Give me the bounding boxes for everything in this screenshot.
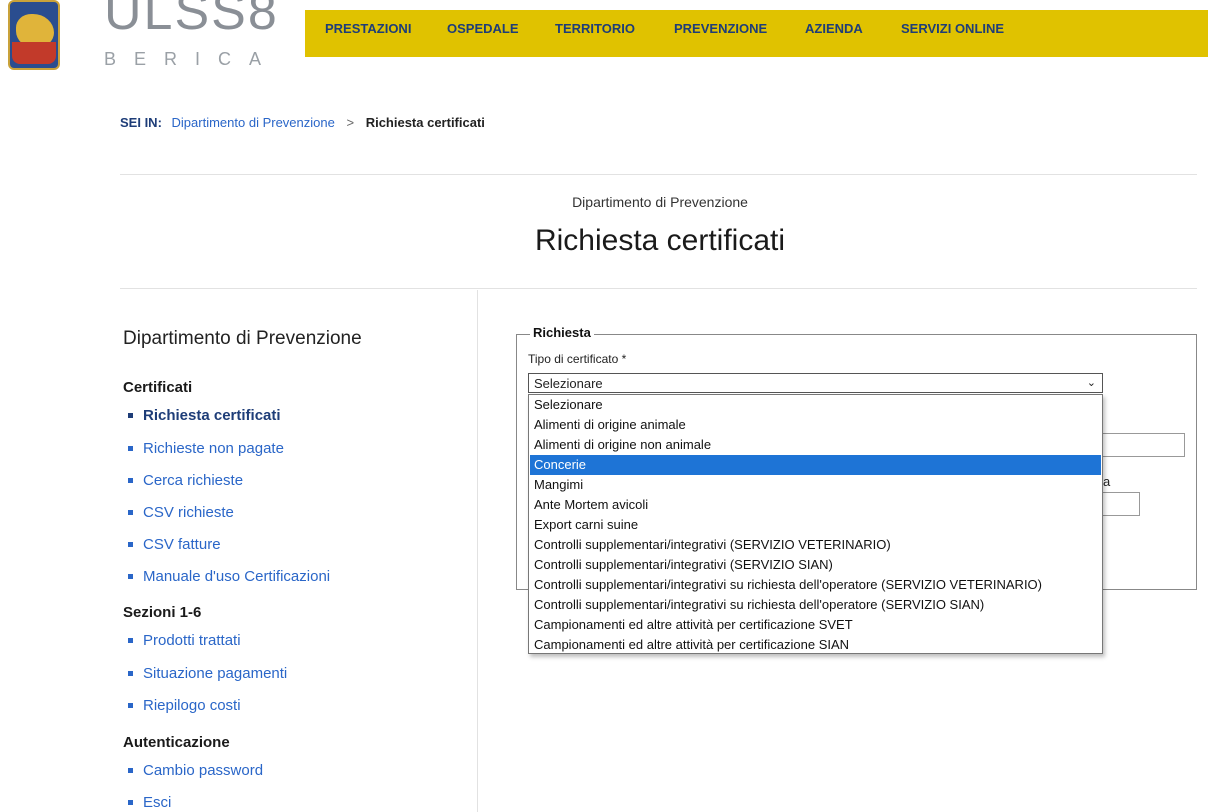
nav-prevenzione[interactable]: PREVENZIONE [674, 21, 767, 36]
text-input[interactable] [1103, 433, 1185, 457]
dropdown-option[interactable]: Ante Mortem avicoli [530, 495, 1101, 515]
breadcrumb-label: SEI IN: [120, 115, 162, 130]
dropdown-option[interactable]: Controlli supplementari/integrativi (SER… [530, 535, 1101, 555]
bullet-icon [128, 799, 133, 805]
chevron-down-icon: ⌄ [1086, 377, 1096, 389]
region-emblem-icon[interactable] [8, 0, 60, 70]
nav-prestazioni[interactable]: PRESTAZIONI [325, 21, 411, 36]
sidebar-item-prodotti-trattati[interactable]: Prodotti trattati [128, 632, 241, 649]
sidebar-item-label: CSV fatture [143, 536, 221, 553]
sidebar-item-csv-fatture[interactable]: CSV fatture [128, 536, 221, 553]
fieldset-legend: Richiesta [530, 325, 594, 340]
sidebar-item-label: Manuale d'uso Certificazioni [143, 568, 331, 585]
bullet-icon [128, 767, 133, 773]
sidebar-item-label: Situazione pagamenti [143, 665, 288, 682]
sidebar-item-label: Cerca richieste [143, 472, 244, 489]
bullet-icon [128, 670, 133, 676]
page-title: Richiesta certificati [534, 224, 786, 257]
dropdown-option[interactable]: Campionamenti ed altre attività per cert… [530, 635, 1101, 655]
text-input[interactable] [1103, 492, 1140, 516]
bullet-icon [128, 702, 133, 708]
select-value: Selezionare [534, 376, 603, 391]
sidebar-item-richieste-non-pagate[interactable]: Richieste non pagate [128, 440, 284, 457]
bullet-icon [128, 509, 133, 515]
bullet-icon [128, 541, 133, 547]
main-nav: PRESTAZIONI OSPEDALE TERRITORIO PREVENZI… [305, 10, 1208, 57]
breadcrumb: SEI IN: Dipartimento di Prevenzione > Ri… [120, 115, 485, 130]
sidebar-section-autenticazione: Autenticazione [123, 734, 230, 751]
dropdown-option[interactable]: Export carni suine [530, 515, 1101, 535]
divider [120, 174, 1197, 175]
nav-territorio[interactable]: TERRITORIO [555, 21, 635, 36]
sidebar-item-label: Richiesta certificati [143, 407, 281, 424]
bullet-icon [128, 637, 133, 643]
nav-ospedale[interactable]: OSPEDALE [447, 21, 519, 36]
logo-text[interactable]: ULSS8 [104, 0, 279, 38]
sidebar-item-label: Prodotti trattati [143, 632, 241, 649]
nav-servizi-online[interactable]: SERVIZI ONLINE [901, 21, 1004, 36]
sidebar-item-situazione-pagamenti[interactable]: Situazione pagamenti [128, 665, 287, 682]
sidebar-item-esci[interactable]: Esci [128, 794, 171, 811]
divider [120, 288, 1197, 289]
sidebar-item-manuale-uso[interactable]: Manuale d'uso Certificazioni [128, 568, 330, 585]
sidebar-item-label: Esci [143, 794, 172, 811]
sidebar-item-label: Riepilogo costi [143, 697, 241, 714]
sidebar-item-label: CSV richieste [143, 504, 234, 521]
column-divider [477, 290, 478, 812]
dropdown-option[interactable]: Campionamenti ed altre attività per cert… [530, 615, 1101, 635]
sidebar-item-cerca-richieste[interactable]: Cerca richieste [128, 472, 243, 489]
partial-label: a [1103, 474, 1111, 489]
dropdown-option[interactable]: Controlli supplementari/integrativi su r… [530, 575, 1101, 595]
sidebar-item-label: Richieste non pagate [143, 440, 284, 457]
sidebar-section-sezioni: Sezioni 1-6 [123, 604, 202, 621]
dropdown-option[interactable]: Selezionare [530, 395, 1101, 415]
dropdown-option[interactable]: Mangimi [530, 475, 1101, 495]
sidebar-section-certificati: Certificati [123, 379, 193, 396]
sidebar-item-richiesta-certificati[interactable]: Richiesta certificati [128, 407, 281, 424]
department-label: Dipartimento di Prevenzione [572, 194, 748, 210]
sidebar-item-label: Cambio password [143, 762, 264, 779]
breadcrumb-separator: > [346, 115, 355, 130]
dropdown-option[interactable]: Controlli supplementari/integrativi su r… [530, 595, 1101, 615]
sidebar-item-riepilogo-costi[interactable]: Riepilogo costi [128, 697, 241, 714]
logo-subtitle: BERICA [104, 49, 280, 69]
dropdown-option[interactable]: Controlli supplementari/integrativi (SER… [530, 555, 1101, 575]
nav-azienda[interactable]: AZIENDA [805, 21, 863, 36]
sidebar-item-csv-richieste[interactable]: CSV richieste [128, 504, 234, 521]
sidebar-item-cambio-password[interactable]: Cambio password [128, 762, 263, 779]
certificate-type-dropdown[interactable]: Selezionare Alimenti di origine animale … [528, 394, 1103, 654]
bullet-icon [128, 412, 133, 418]
bullet-icon [128, 445, 133, 451]
dropdown-option[interactable]: Alimenti di origine non animale [530, 435, 1101, 455]
bullet-icon [128, 573, 133, 579]
bullet-icon [128, 477, 133, 483]
breadcrumb-parent-link[interactable]: Dipartimento di Prevenzione [172, 115, 335, 130]
certificate-type-select[interactable]: Selezionare ⌄ [528, 373, 1103, 393]
sidebar-title: Dipartimento di Prevenzione [123, 328, 362, 349]
certificate-type-label: Tipo di certificato * [528, 352, 627, 366]
dropdown-option-highlighted[interactable]: Concerie [530, 455, 1101, 475]
breadcrumb-current: Richiesta certificati [365, 115, 485, 130]
dropdown-option[interactable]: Alimenti di origine animale [530, 415, 1101, 435]
